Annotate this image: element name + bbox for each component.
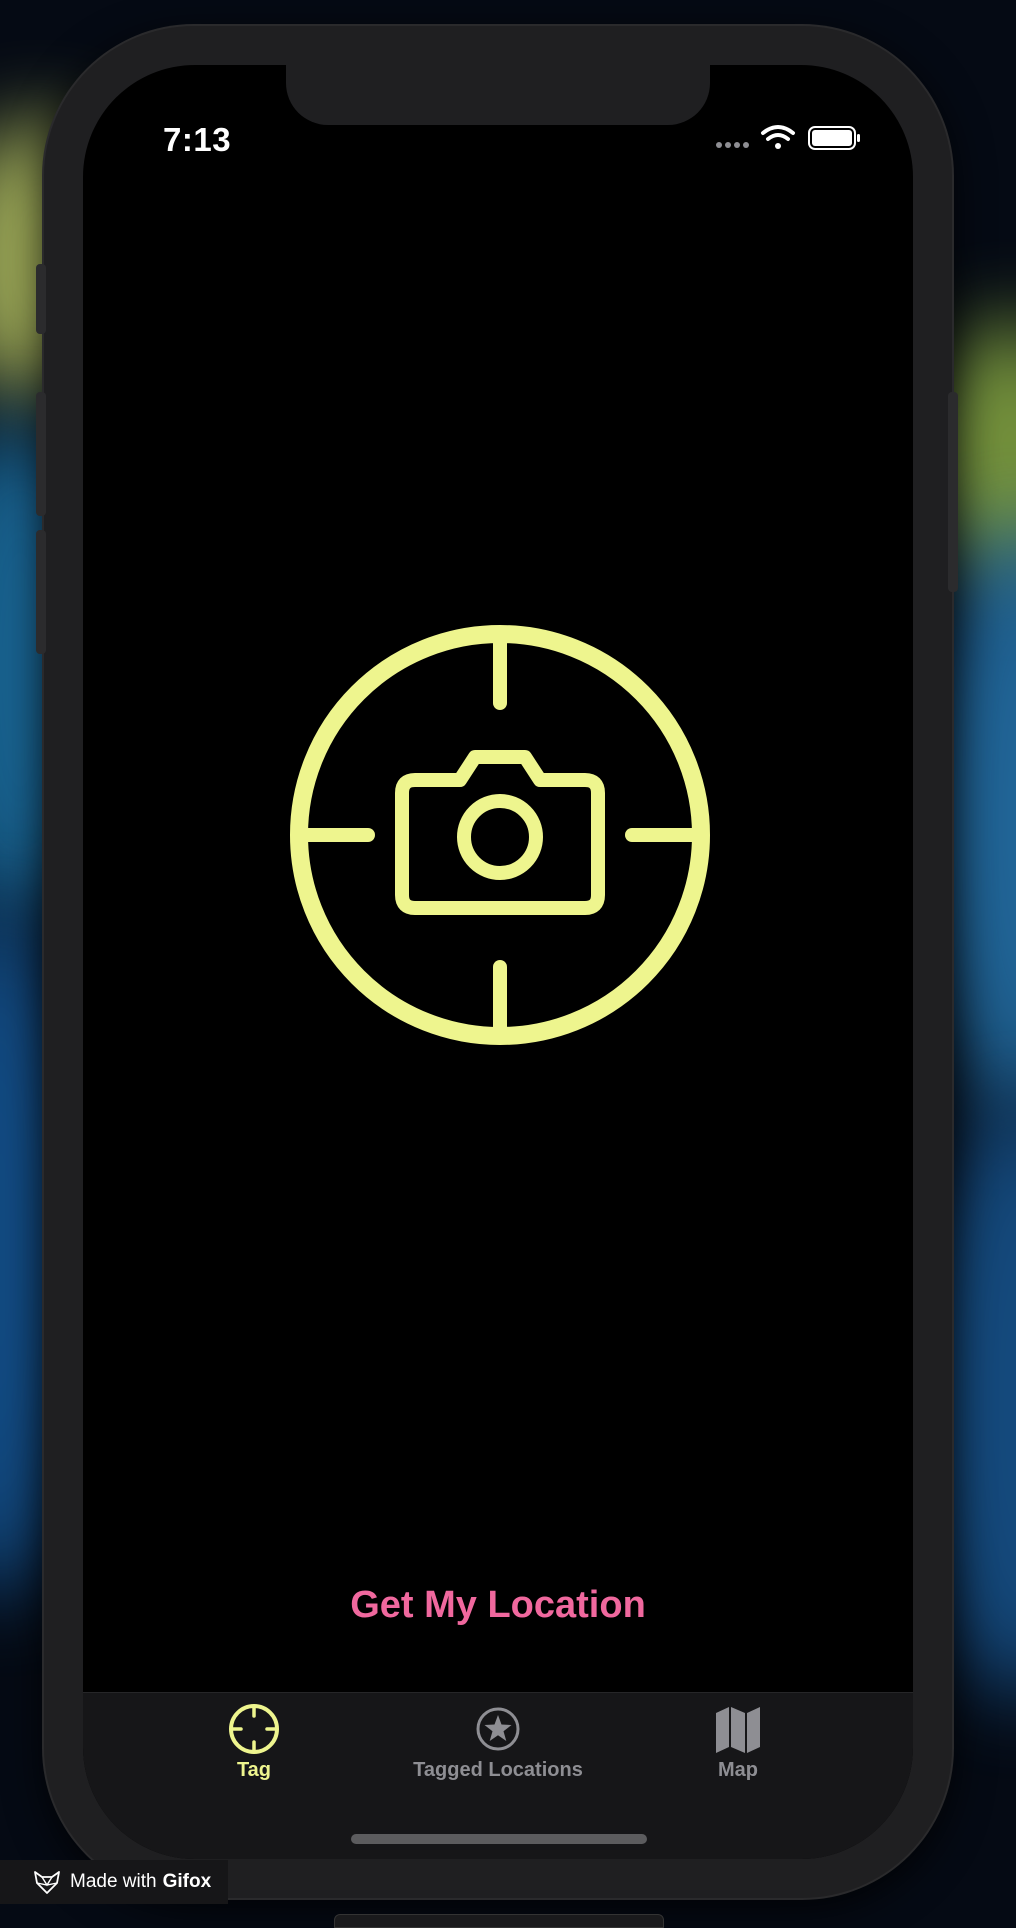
tab-map-label: Map <box>718 1759 758 1781</box>
power-button <box>948 392 958 592</box>
tab-tag[interactable]: Tag <box>179 1693 329 1803</box>
tab-tagged-locations-label: Tagged Locations <box>413 1759 583 1781</box>
camera-crosshair-icon <box>290 625 710 1045</box>
volume-down-button <box>36 530 46 654</box>
watermark-prefix: Made with <box>70 1871 157 1892</box>
map-icon <box>716 1707 760 1753</box>
battery-icon <box>808 126 860 150</box>
phone-frame: 7:13 Get My Location Tag Tagged Location… <box>36 26 958 1898</box>
get-my-location-button[interactable]: Get My Location <box>83 1575 913 1635</box>
signal-dots-icon <box>716 142 749 148</box>
app-screen: 7:13 Get My Location Tag Tagged Location… <box>83 65 913 1859</box>
tab-tag-label: Tag <box>236 1759 272 1781</box>
crosshair-icon <box>229 1704 279 1754</box>
star-circle-icon <box>476 1707 520 1751</box>
status-time: 7:13 <box>163 121 232 158</box>
notch <box>286 65 710 125</box>
action-side-button <box>36 264 46 334</box>
wifi-icon <box>761 125 795 149</box>
tab-tagged-locations[interactable]: Tagged Locations <box>398 1693 598 1803</box>
gifox-watermark: Made with Gifox <box>0 1860 228 1904</box>
tab-map[interactable]: Map <box>663 1693 813 1803</box>
home-indicator[interactable] <box>351 1834 647 1844</box>
watermark-brand: Gifox <box>162 1871 212 1892</box>
fox-logo-icon <box>34 1871 60 1894</box>
volume-up-button <box>36 392 46 516</box>
status-icons <box>713 123 873 153</box>
